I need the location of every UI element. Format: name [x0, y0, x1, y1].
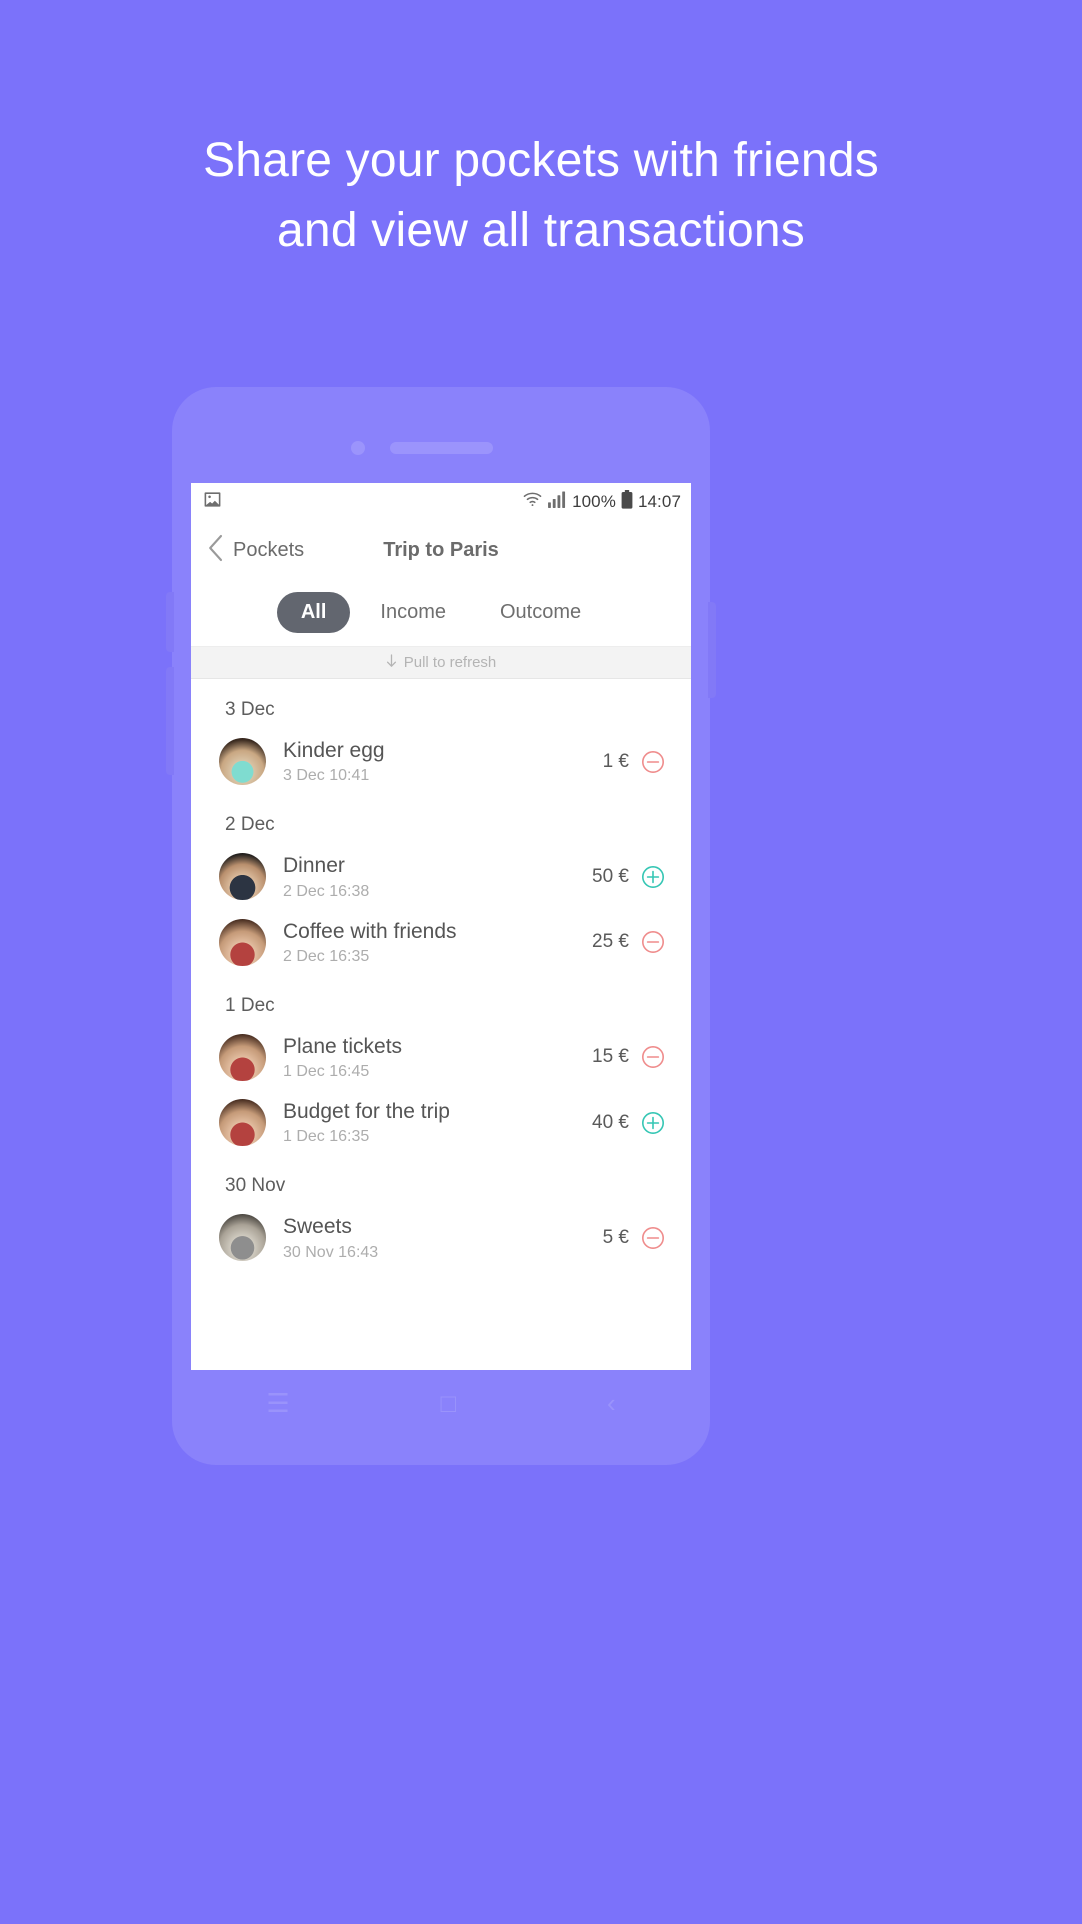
transaction-date-header: 1 Dec [225, 994, 275, 1016]
earpiece-speaker [390, 442, 493, 454]
chevron-left-icon [207, 534, 224, 567]
plus-circle-icon [641, 1111, 665, 1135]
transaction-title: Sweets [283, 1215, 352, 1239]
minus-circle-icon [641, 1226, 665, 1250]
transaction-amount: 50 € [592, 865, 629, 887]
transaction-info: Coffee with friends 2 Dec 16:35 [283, 919, 592, 966]
transaction-timestamp: 1 Dec 16:45 [283, 1063, 370, 1080]
phone-screen: 100% 14:07 Pockets Trip to Paris All Inc… [191, 483, 691, 1370]
avatar [219, 1214, 266, 1262]
transaction-title: Budget for the trip [283, 1100, 450, 1123]
transaction-row[interactable]: Kinder egg 3 Dec 10:41 1 € [191, 729, 691, 794]
transaction-title: Plane tickets [283, 1034, 403, 1058]
transaction-info: Sweets 30 Nov 16:43 [283, 1214, 603, 1261]
transaction-title: Coffee with friends [283, 919, 457, 943]
tab-income[interactable]: Income [356, 592, 470, 633]
transaction-amount: 5 € [602, 1226, 629, 1248]
clock-label: 14:07 [637, 492, 681, 511]
minus-circle-icon [641, 750, 665, 774]
pull-to-refresh-banner[interactable]: Pull to refresh [191, 647, 691, 679]
avatar [219, 853, 266, 901]
phone-mockup: 100% 14:07 Pockets Trip to Paris All Inc… [166, 387, 716, 1465]
transaction-timestamp: 3 Dec 10:41 [283, 767, 370, 785]
transaction-amount: 40 € [592, 1111, 629, 1133]
promo-headline-line-1: Share your pockets with friends [203, 134, 879, 187]
transaction-amount: 1 € [602, 750, 629, 772]
back-button[interactable]: Pockets [207, 534, 304, 567]
transaction-amount: 25 € [592, 931, 629, 953]
menu-icon[interactable]: ☰ [266, 1390, 289, 1416]
filter-tab-bar: All Income Outcome [191, 579, 691, 647]
transaction-info: Plane tickets 1 Dec 16:45 [283, 1034, 592, 1081]
transaction-date-header: 30 Nov [225, 1175, 286, 1197]
back-chevron-icon[interactable]: ‹ [607, 1390, 616, 1416]
transaction-info: Dinner 2 Dec 16:38 [283, 853, 592, 900]
android-soft-nav-bar: ☰ □ ‹ [191, 1370, 691, 1436]
transaction-list: 3 Dec Kinder egg 3 Dec 10:41 1 € 2 Dec Dinner… [191, 679, 691, 1271]
promo-headline: Share your pockets with friends and view… [0, 126, 1082, 265]
image-icon [203, 490, 222, 514]
minus-circle-icon [641, 930, 665, 954]
transaction-timestamp: 1 Dec 16:35 [283, 1128, 370, 1146]
phone-side-button [166, 667, 174, 775]
avatar [219, 918, 266, 966]
minus-circle-icon [641, 1045, 665, 1069]
transaction-title: Kinder egg [283, 739, 385, 762]
transaction-info: Budget for the trip 1 Dec 16:35 [283, 1099, 592, 1146]
status-bar: 100% 14:07 [191, 483, 691, 521]
transaction-info: Kinder egg 3 Dec 10:41 [283, 738, 603, 785]
battery-full-icon [621, 490, 633, 514]
front-camera-icon [351, 441, 365, 455]
back-button-label: Pockets [233, 538, 305, 561]
tab-outcome[interactable]: Outcome [476, 592, 605, 633]
wifi-icon [522, 491, 543, 513]
transaction-date-header: 2 Dec [225, 814, 275, 836]
transaction-timestamp: 2 Dec 16:35 [283, 947, 370, 965]
avatar [219, 738, 266, 786]
battery-percent-label: 100% [572, 492, 616, 511]
transaction-timestamp: 30 Nov 16:43 [283, 1243, 379, 1261]
transaction-timestamp: 2 Dec 16:38 [283, 882, 370, 900]
home-square-icon[interactable]: □ [440, 1390, 456, 1416]
cellular-signal-icon [548, 491, 567, 513]
tab-all[interactable]: All [276, 592, 351, 633]
transaction-date-header: 3 Dec [225, 699, 275, 720]
transaction-title: Dinner [283, 854, 345, 878]
transaction-amount: 15 € [592, 1046, 629, 1068]
transaction-row[interactable]: Budget for the trip 1 Dec 16:35 40 € [191, 1090, 691, 1155]
promo-headline-line-2: and view all transactions [277, 203, 805, 257]
avatar [219, 1033, 266, 1081]
transaction-row[interactable]: Sweets 30 Nov 16:43 5 € [191, 1205, 691, 1270]
app-navigation-bar: Pockets Trip to Paris [191, 521, 691, 579]
transaction-row[interactable]: Plane tickets 1 Dec 16:45 15 € [191, 1025, 691, 1090]
transaction-row[interactable]: Coffee with friends 2 Dec 16:35 25 € [191, 910, 691, 975]
avatar [219, 1099, 266, 1147]
plus-circle-icon [641, 865, 665, 889]
arrow-down-icon [386, 653, 397, 672]
pull-to-refresh-label: Pull to refresh [403, 654, 497, 671]
transaction-row[interactable]: Dinner 2 Dec 16:38 50 € [191, 844, 691, 909]
